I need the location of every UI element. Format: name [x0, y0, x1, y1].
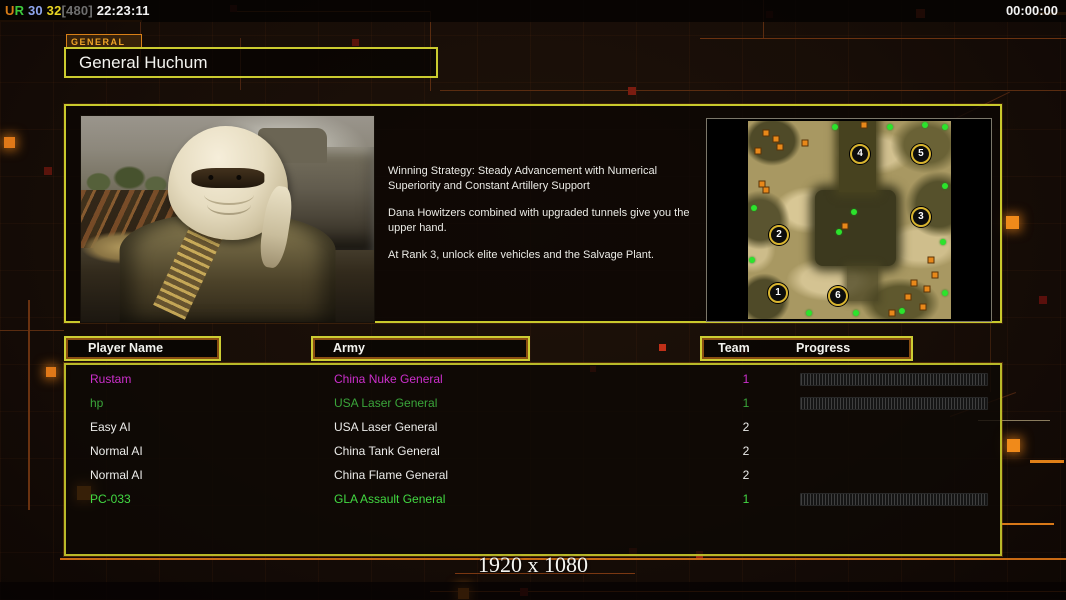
map-building-dot [759, 181, 765, 187]
table-row: Normal AI China Flame General 2 [66, 464, 1000, 488]
map-start-marker: 3 [910, 207, 931, 228]
map-bush-dot [941, 123, 948, 130]
map-bush-dot [850, 209, 857, 216]
strategy-paragraph: Winning Strategy: Steady Advancement wit… [388, 165, 658, 192]
map-building-dot [861, 122, 867, 128]
player-name: hp [90, 396, 104, 410]
stats-token: U [5, 3, 15, 18]
table-row: PC-033 GLA Assault General 1 [66, 488, 1000, 512]
map-bush-dot [749, 256, 756, 263]
bottom-overlay-bar [0, 582, 1066, 600]
map-building-dot [928, 257, 934, 263]
forest-art [814, 190, 897, 266]
header-team-label: Team [718, 341, 750, 355]
general-tab-label: GENERAL [71, 37, 126, 47]
player-name: Normal AI [90, 468, 143, 482]
player-army: China Flame General [334, 468, 449, 482]
general-portrait-image [80, 115, 375, 323]
strategy-paragraph: At Rank 3, unlock elite vehicles and the… [388, 249, 654, 262]
map-building-dot [920, 304, 926, 310]
progress-bar [800, 373, 988, 386]
map-start-marker: 4 [850, 144, 871, 165]
general-info-panel: Winning Strategy: Steady Advancement wit… [64, 104, 1002, 323]
map-building-dot [773, 136, 779, 142]
map-start-marker: 6 [827, 286, 848, 307]
map-bush-dot [941, 183, 948, 190]
table-row: Easy AI USA Laser General 2 [66, 416, 1000, 440]
match-timer: 00:00:00 [1005, 3, 1058, 18]
player-team: 1 [742, 372, 750, 386]
wrap-line-art [206, 194, 251, 215]
player-army: GLA Assault General [334, 492, 446, 506]
header-army-label: Army [333, 341, 365, 355]
map-bush-dot [832, 123, 839, 130]
map-bush-dot [941, 290, 948, 297]
strategy-paragraph: Dana Howitzers combined with upgraded tu… [388, 207, 690, 234]
progress-bar [800, 397, 988, 410]
general-tab: GENERAL [66, 34, 142, 48]
map-bush-dot [939, 238, 946, 245]
map-bush-dot [836, 228, 843, 235]
stats-token: 30 [24, 3, 43, 18]
header-army: Army [311, 336, 530, 361]
stats-token: R [14, 3, 25, 18]
top-overlay-bar: UR 30 32[480] 22:23:11 00:00:00 [0, 0, 1066, 22]
map-building-dot [924, 286, 930, 292]
map-building-dot [911, 280, 917, 286]
player-team: 2 [742, 444, 750, 458]
player-team: 2 [742, 468, 750, 482]
player-rows: Rustam China Nuke General 1 hp USA Laser Gen… [66, 368, 1000, 512]
general-name: General Huchum [79, 53, 208, 72]
map-start-marker: 1 [768, 283, 789, 304]
map-bush-dot [921, 121, 928, 128]
minimap: 1 2 3 4 5 6 [748, 121, 951, 319]
stats-token: [480] [61, 3, 93, 18]
player-army: China Nuke General [334, 372, 443, 386]
player-name: Normal AI [90, 444, 143, 458]
player-army: China Tank General [334, 444, 440, 458]
map-building-dot [763, 187, 769, 193]
resolution-text: 1920 x 1080 [478, 552, 588, 577]
loading-screen: UR 30 32[480] 22:23:11 00:00:00 GENERAL … [0, 0, 1066, 600]
minimap-panel: 1 2 3 4 5 6 [706, 118, 992, 322]
map-start-marker: 2 [769, 225, 790, 246]
player-name: Easy AI [90, 420, 131, 434]
stats-token: 32 [42, 3, 62, 18]
general-title-box: General Huchum [64, 47, 438, 78]
map-building-dot [842, 223, 848, 229]
forest-art [847, 265, 878, 302]
map-building-dot [777, 144, 783, 150]
map-start-marker: 5 [910, 144, 931, 165]
player-team: 1 [742, 492, 750, 506]
player-name: PC-033 [90, 492, 131, 506]
table-row: Rustam China Nuke General 1 [66, 368, 1000, 392]
map-bush-dot [751, 205, 758, 212]
map-building-dot [889, 310, 895, 316]
header-progress-label: Progress [796, 341, 851, 355]
strategy-text: Winning Strategy: Steady Advancement wit… [388, 164, 702, 276]
map-building-dot [763, 130, 769, 136]
table-row: hp USA Laser General 1 [66, 392, 1000, 416]
progress-bar [800, 493, 988, 506]
player-team: 1 [742, 396, 750, 410]
gentool-stats: UR 30 32[480] 22:23:11 [5, 3, 150, 18]
map-building-dot [802, 140, 808, 146]
player-army: USA Laser General [334, 420, 438, 434]
map-bush-dot [852, 310, 859, 317]
players-panel: Rustam China Nuke General 1 hp USA Laser Gen… [64, 363, 1002, 556]
header-team-progress: Team Progress [700, 336, 913, 361]
map-bush-dot [887, 123, 894, 130]
header-player-name-label: Player Name [88, 341, 164, 355]
map-building-dot [932, 272, 938, 278]
player-team: 2 [742, 420, 750, 434]
map-bush-dot [899, 308, 906, 315]
map-building-dot [755, 148, 761, 154]
map-building-dot [905, 294, 911, 300]
stats-token: 22:23:11 [92, 3, 150, 18]
map-bush-dot [805, 310, 812, 317]
player-army: USA Laser General [334, 396, 438, 410]
player-name: Rustam [90, 372, 132, 386]
table-row: Normal AI China Tank General 2 [66, 440, 1000, 464]
header-player-name: Player Name [64, 336, 221, 361]
